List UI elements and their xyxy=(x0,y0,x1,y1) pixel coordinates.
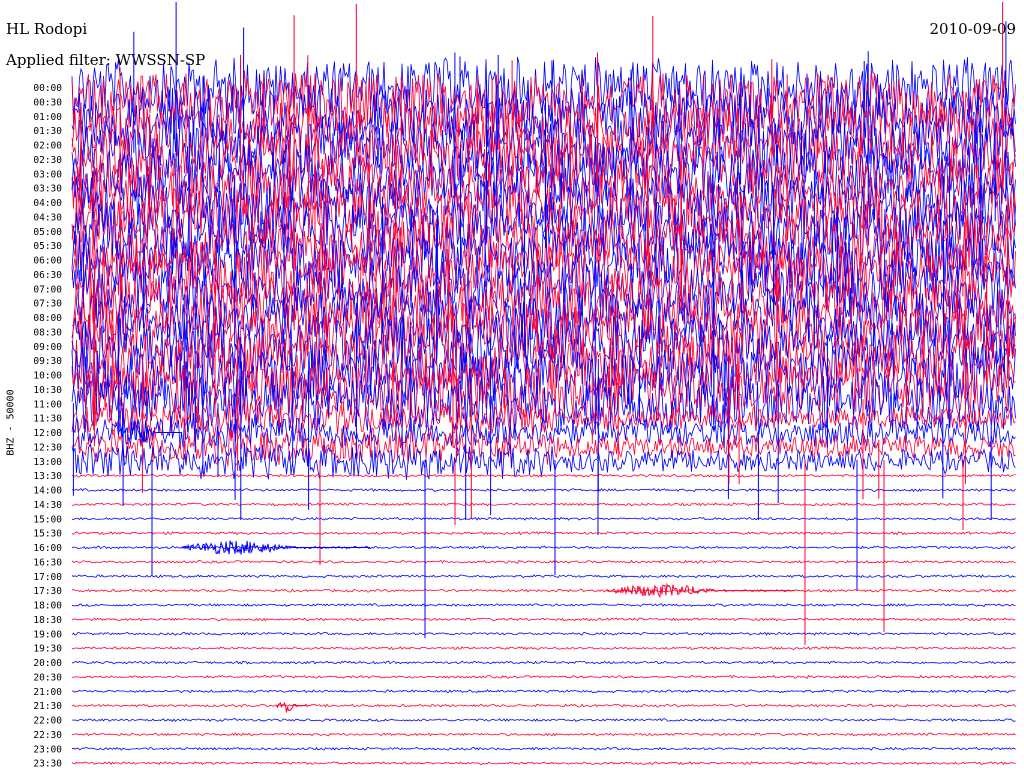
seismogram-plot: 00:00 00:30 01:00 01:30 02:00 02:30 03:00 03:30… xyxy=(33,2,1016,770)
time-label-2200: 22:00 xyxy=(33,716,62,727)
trace-2130 xyxy=(71,703,1016,708)
time-tick-labels: 00:00 00:30 01:00 01:30 02:00 02:30 03:00 03:30… xyxy=(33,83,62,770)
trace-2230 xyxy=(71,732,1016,737)
time-label-2000: 20:00 xyxy=(33,658,62,669)
time-label-1130: 11:30 xyxy=(33,414,62,425)
time-label-0930: 09:30 xyxy=(33,356,62,367)
time-label-0500: 05:00 xyxy=(33,227,62,238)
time-label-0800: 08:00 xyxy=(33,313,62,324)
time-label-0300: 03:00 xyxy=(33,169,62,180)
time-label-1500: 15:00 xyxy=(33,514,62,525)
trace-1530 xyxy=(71,531,1016,536)
trace-2200 xyxy=(71,718,1016,723)
trace-1930 xyxy=(71,646,1016,651)
time-label-1200: 12:00 xyxy=(33,428,62,439)
time-label-1330: 13:30 xyxy=(33,471,62,482)
time-label-0330: 03:30 xyxy=(33,184,62,195)
time-label-0200: 02:00 xyxy=(33,141,62,152)
trace-2030 xyxy=(71,674,1016,679)
time-label-1030: 10:30 xyxy=(33,385,62,396)
trace-2100 xyxy=(71,689,1016,694)
trace-1800 xyxy=(71,602,1016,608)
time-label-1430: 14:30 xyxy=(33,500,62,511)
time-label-2300: 23:00 xyxy=(33,744,62,755)
time-label-0230: 02:30 xyxy=(33,155,62,166)
time-label-1800: 18:00 xyxy=(33,601,62,612)
time-label-0700: 07:00 xyxy=(33,284,62,295)
time-label-0530: 05:30 xyxy=(33,241,62,252)
time-label-0900: 09:00 xyxy=(33,342,62,353)
trace-2300 xyxy=(71,746,1016,751)
time-label-0830: 08:30 xyxy=(33,327,62,338)
event-bursts xyxy=(118,418,795,713)
trace-1430 xyxy=(71,502,1016,507)
trace-1700 xyxy=(71,574,1016,579)
time-label-1230: 12:30 xyxy=(33,442,62,453)
time-label-0400: 04:00 xyxy=(33,198,62,209)
time-label-2230: 22:30 xyxy=(33,730,62,741)
time-label-1400: 14:00 xyxy=(33,486,62,497)
time-label-2330: 23:30 xyxy=(33,759,62,770)
time-label-1000: 10:00 xyxy=(33,371,62,382)
time-label-1930: 19:30 xyxy=(33,644,62,655)
event-1600 xyxy=(181,540,371,555)
time-label-1730: 17:30 xyxy=(33,586,62,597)
trace-2000 xyxy=(72,660,1016,665)
trace-0000 xyxy=(71,56,1016,119)
trace-rows xyxy=(71,56,1016,766)
trace-1330 xyxy=(71,473,1016,478)
event-2130 xyxy=(276,701,308,713)
time-label-1900: 19:00 xyxy=(33,629,62,640)
trace-1630 xyxy=(71,559,1016,564)
time-label-0430: 04:30 xyxy=(33,212,62,223)
time-label-0630: 06:30 xyxy=(33,270,62,281)
time-label-1830: 18:30 xyxy=(33,615,62,626)
time-label-0000: 00:00 xyxy=(33,83,62,94)
time-label-2030: 20:30 xyxy=(33,672,62,683)
trace-1730 xyxy=(71,588,1016,593)
trace-1830 xyxy=(71,617,1016,622)
trace-1500 xyxy=(71,516,1016,521)
trace-1400 xyxy=(71,487,1016,493)
time-label-1530: 15:30 xyxy=(33,529,62,540)
trace-1600 xyxy=(71,545,1016,550)
time-label-1100: 11:00 xyxy=(33,399,62,410)
time-label-0600: 06:00 xyxy=(33,256,62,267)
time-label-1300: 13:00 xyxy=(33,457,62,468)
time-label-0130: 01:30 xyxy=(33,126,62,137)
time-label-1630: 16:30 xyxy=(33,557,62,568)
time-label-2100: 21:00 xyxy=(33,687,62,698)
time-label-0030: 00:30 xyxy=(33,97,62,108)
trace-2330 xyxy=(71,761,1016,766)
time-label-1600: 16:00 xyxy=(33,543,62,554)
time-label-0100: 01:00 xyxy=(33,112,62,123)
time-label-1700: 17:00 xyxy=(33,572,62,583)
trace-1300 xyxy=(71,441,1016,480)
time-label-2130: 21:30 xyxy=(33,701,62,712)
time-label-0730: 07:30 xyxy=(33,299,62,310)
trace-1900 xyxy=(71,631,1016,636)
